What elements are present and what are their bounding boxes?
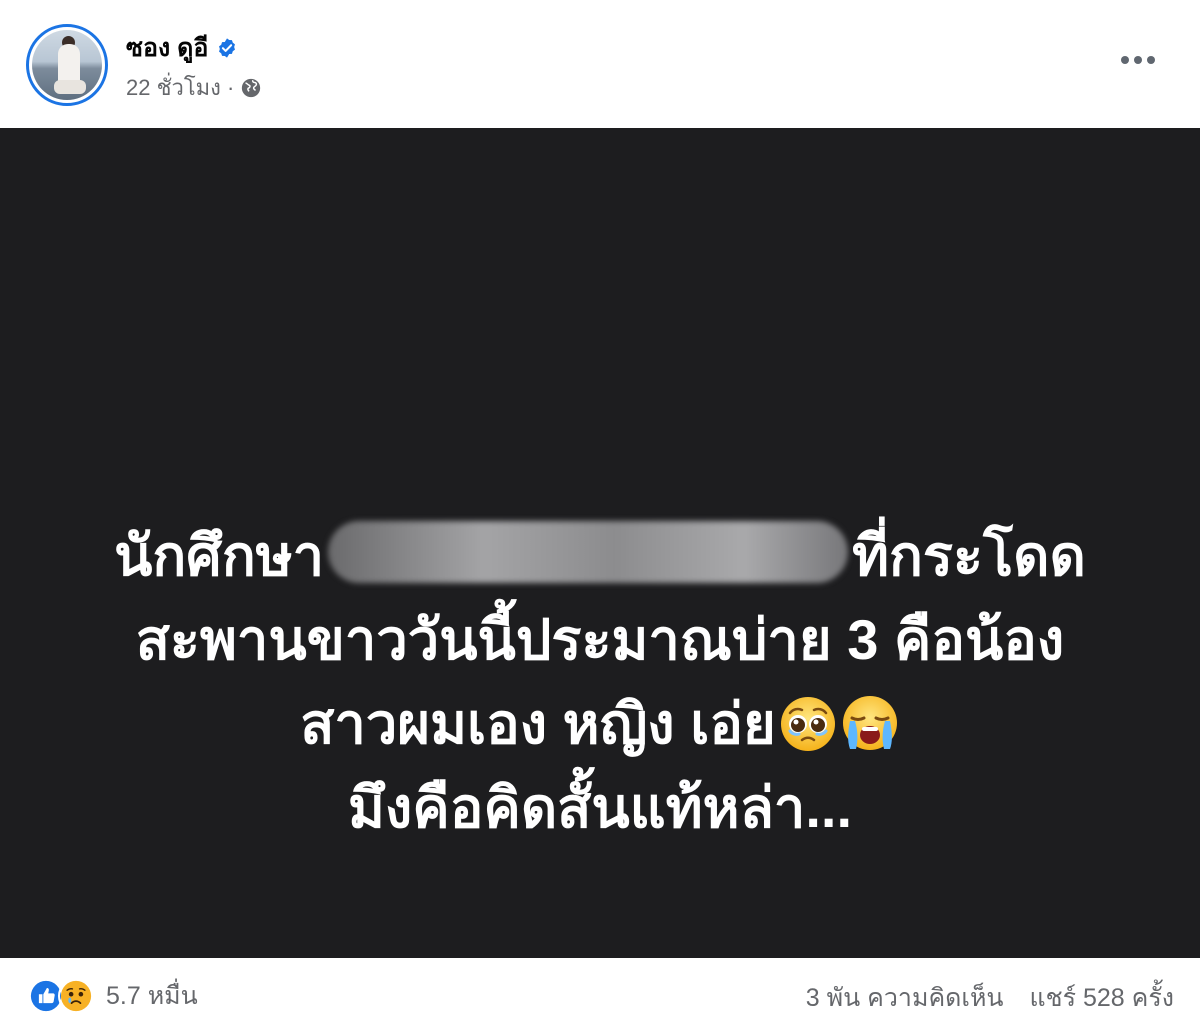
- post-header: ซอง ดูอี 22 ชั่วโมง ·: [0, 0, 1200, 128]
- more-options-button[interactable]: [1116, 42, 1160, 78]
- line1-start: นักศึกษา: [114, 524, 325, 587]
- pleading-face-icon: [780, 697, 835, 751]
- meta-separator: ·: [226, 74, 235, 100]
- author-avatar[interactable]: [26, 24, 108, 106]
- shares-count-link[interactable]: แชร์ 528 ครั้ง: [1030, 978, 1174, 1018]
- reactions-summary[interactable]: 5.7 หมื่น: [28, 976, 198, 1016]
- avatar-image: [32, 30, 102, 100]
- image-text-line-4: มึงคือคิดสั้นแท้หล่า...: [348, 776, 852, 839]
- image-text-line-3: สาวผมเอง หญิง เอ่ย: [0, 682, 1200, 766]
- post-footer: 5.7 หมื่น 3 พัน ความคิดเห็น แชร์ 528 ครั…: [0, 958, 1200, 1029]
- sad-icon: [58, 978, 94, 1014]
- image-text-line-1: นักศึกษา ที่กระโดด: [0, 514, 1200, 598]
- post-meta: 22 ชั่วโมง ·: [126, 70, 262, 105]
- engagement-stats: 3 พัน ความคิดเห็น แชร์ 528 ครั้ง: [806, 978, 1174, 1018]
- verified-badge-icon: [219, 38, 236, 58]
- line3-text: สาวผมเอง หญิง เอ่ย: [300, 692, 776, 755]
- author-name[interactable]: ซอง ดูอี: [126, 28, 208, 68]
- image-text: นักศึกษา ที่กระโดด สะพานขาววันนี้ประมาณบ่…: [0, 514, 1200, 850]
- post-timestamp[interactable]: 22 ชั่วโมง: [126, 70, 221, 105]
- line1-end: ที่กระโดด: [852, 524, 1086, 587]
- image-text-line-2: สะพานขาววันนี้ประมาณบ่าย 3 คือน้อง: [135, 608, 1065, 671]
- more-horizontal-icon: [1121, 56, 1155, 64]
- blurred-redaction: [328, 521, 849, 583]
- globe-icon[interactable]: [240, 77, 262, 99]
- reaction-count: 5.7 หมื่น: [106, 982, 198, 1010]
- author-row: ซอง ดูอี: [126, 28, 238, 68]
- loudly-crying-face-icon: [842, 696, 897, 750]
- comments-count-link[interactable]: 3 พัน ความคิดเห็น: [806, 978, 1004, 1018]
- post-image[interactable]: นักศึกษา ที่กระโดด สะพานขาววันนี้ประมาณบ่…: [0, 128, 1200, 958]
